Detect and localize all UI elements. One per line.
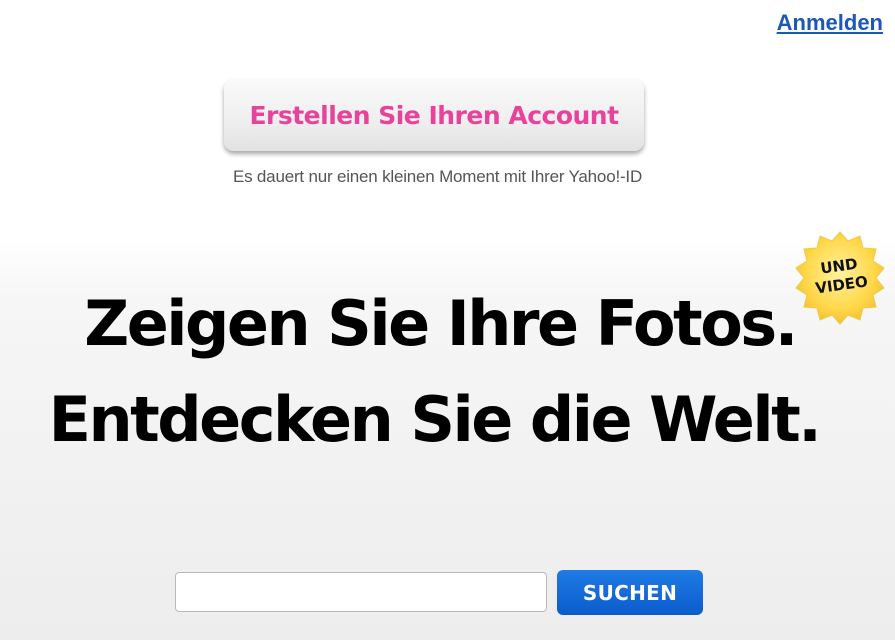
hero-headline-line2: Entdecken Sie die Welt.	[48, 383, 822, 456]
search-input[interactable]	[175, 572, 547, 612]
hero-headline-line1: Zeigen Sie Ihre Fotos.	[84, 287, 798, 360]
video-badge: UND VIDEO	[790, 228, 890, 328]
badge-text: UND VIDEO	[811, 254, 869, 299]
signin-link[interactable]: Anmelden	[777, 10, 883, 36]
create-account-button[interactable]: Erstellen Sie Ihren Account	[224, 79, 644, 151]
search-button[interactable]: SUCHEN	[557, 570, 703, 615]
signup-subtext: Es dauert nur einen kleinen Moment mit I…	[232, 167, 643, 186]
page: Anmelden Erstellen Sie Ihren Account Es …	[0, 0, 895, 640]
create-account-label: Erstellen Sie Ihren Account	[249, 100, 619, 130]
